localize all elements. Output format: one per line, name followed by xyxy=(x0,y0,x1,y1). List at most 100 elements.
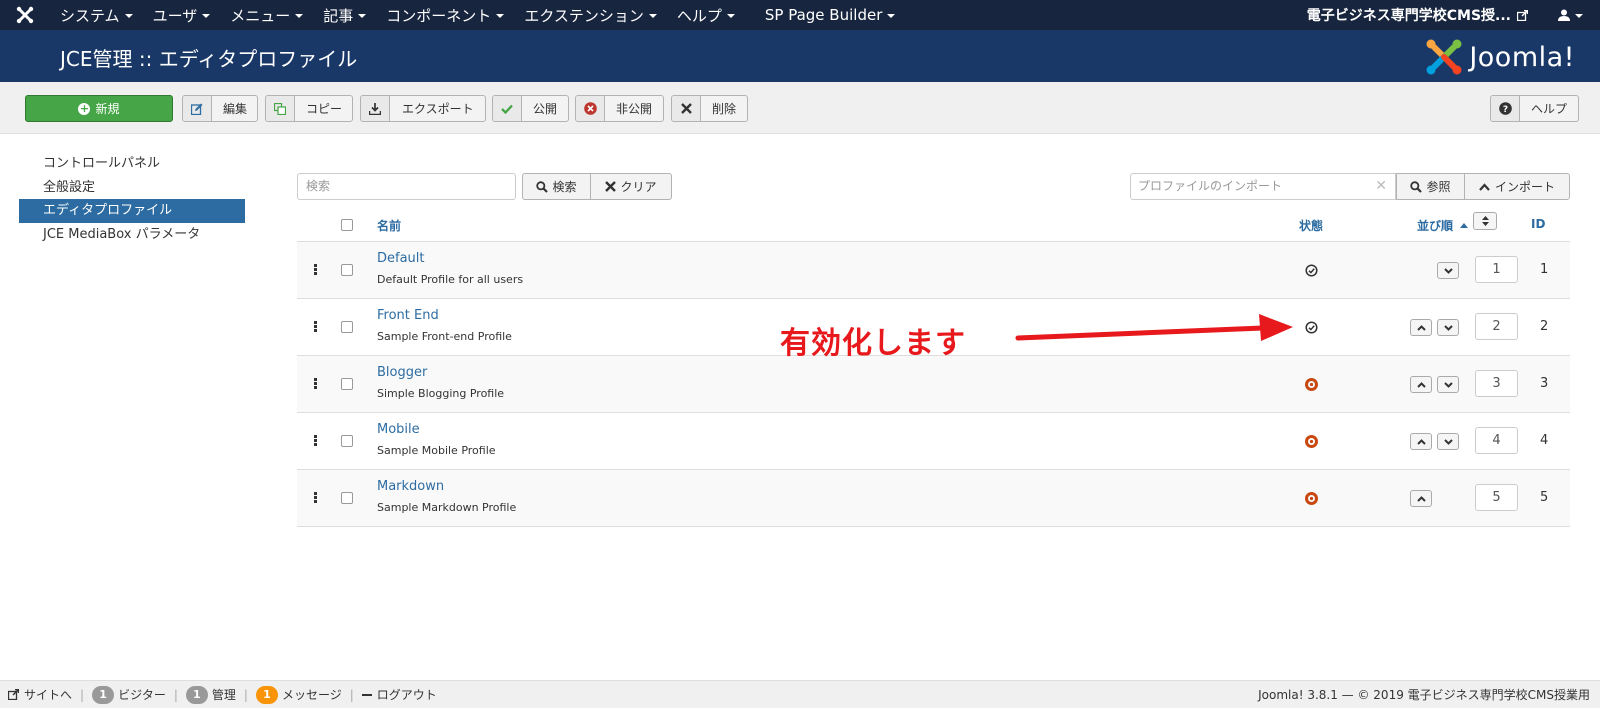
drag-handle-icon[interactable] xyxy=(314,492,317,504)
sidebar-item-mediabox[interactable]: JCE MediaBox パラメータ xyxy=(19,223,245,247)
column-id[interactable]: ID xyxy=(1531,217,1545,231)
column-status[interactable]: 状態 xyxy=(1299,217,1323,234)
menu-system[interactable]: システム xyxy=(50,0,143,30)
menu-users[interactable]: ユーザ xyxy=(143,0,221,30)
menu-menus[interactable]: メニュー xyxy=(220,0,313,30)
joomla-logo-icon[interactable] xyxy=(0,0,50,30)
profile-description: Sample Markdown Profile xyxy=(377,501,517,514)
published-icon[interactable] xyxy=(1305,321,1318,334)
row-checkbox[interactable] xyxy=(341,492,353,504)
move-up-button[interactable] xyxy=(1410,433,1432,450)
drag-handle-icon[interactable] xyxy=(314,435,317,447)
profile-name-link[interactable]: Mobile xyxy=(377,422,420,437)
help-button[interactable]: ? ヘルプ xyxy=(1490,95,1580,122)
move-up-button[interactable] xyxy=(1410,490,1432,507)
profile-name-link[interactable]: Markdown xyxy=(377,479,444,494)
move-down-button[interactable] xyxy=(1437,376,1459,393)
profile-name-link[interactable]: Default xyxy=(377,251,425,266)
unpublish-button[interactable]: 非公開 xyxy=(575,95,665,122)
sort-icon xyxy=(1481,216,1489,226)
publish-button[interactable]: 公開 xyxy=(492,95,570,122)
menu-components[interactable]: コンポーネント xyxy=(376,0,514,30)
svg-text:?: ? xyxy=(1502,105,1507,115)
drag-handle-icon[interactable] xyxy=(314,378,317,390)
move-up-button[interactable] xyxy=(1410,319,1432,336)
visitors-link[interactable]: 1 ビジター xyxy=(84,685,174,704)
move-down-button[interactable] xyxy=(1437,319,1459,336)
admins-badge: 1 xyxy=(185,685,208,704)
user-icon xyxy=(1557,9,1570,21)
caret-down-icon xyxy=(726,14,735,18)
row-checkbox[interactable] xyxy=(341,264,353,276)
unpublished-icon[interactable] xyxy=(1305,378,1318,391)
export-button[interactable]: エクスポート xyxy=(360,95,486,122)
minus-icon xyxy=(361,693,372,696)
top-navbar: システム ユーザ メニュー 記事 コンポーネント エクステンション ヘルプ SP… xyxy=(0,0,1600,30)
chevron-up-icon xyxy=(1416,381,1426,388)
table-row: Blogger Simple Blogging Profile 3 3 xyxy=(297,356,1570,413)
chevron-down-icon xyxy=(1443,267,1453,274)
messages-link[interactable]: 1 メッセージ xyxy=(248,685,350,704)
order-input[interactable]: 4 xyxy=(1475,427,1518,454)
menu-extensions[interactable]: エクステンション xyxy=(514,0,667,30)
help-icon: ? xyxy=(1491,96,1520,121)
profile-description: Sample Front-end Profile xyxy=(377,330,512,343)
move-up-button[interactable] xyxy=(1410,376,1432,393)
site-link[interactable]: 電子ビジネス専門学校CMS授... xyxy=(1295,5,1540,25)
edit-button[interactable]: 編集 xyxy=(182,95,259,122)
drag-handle-icon[interactable] xyxy=(314,264,317,276)
profile-name-link[interactable]: Front End xyxy=(377,308,439,323)
row-checkbox[interactable] xyxy=(341,378,353,390)
column-name[interactable]: 名前 xyxy=(377,217,401,234)
search-input[interactable]: 検索 xyxy=(297,173,516,200)
unpublished-icon[interactable] xyxy=(1305,492,1318,505)
order-input[interactable]: 1 xyxy=(1475,256,1518,283)
move-down-button[interactable] xyxy=(1437,433,1459,450)
admins-link[interactable]: 1 管理 xyxy=(178,685,244,704)
row-id: 3 xyxy=(1540,376,1549,391)
menu-content[interactable]: 記事 xyxy=(313,0,376,30)
chevron-up-icon xyxy=(1479,182,1490,191)
caret-down-icon xyxy=(887,14,896,18)
published-icon[interactable] xyxy=(1305,264,1318,277)
delete-button[interactable]: 削除 xyxy=(671,95,749,122)
sidebar-item-editor-profiles[interactable]: エディタプロファイル xyxy=(19,199,245,223)
copy-button[interactable]: コピー xyxy=(265,95,354,122)
page-title: JCE管理 :: エディタプロファイル xyxy=(60,47,358,71)
sidebar-item-global-config[interactable]: 全般設定 xyxy=(19,176,245,200)
browse-button[interactable]: 参照 xyxy=(1396,173,1465,200)
sidebar-item-control-panel[interactable]: コントロールパネル xyxy=(19,152,245,176)
messages-badge: 1 xyxy=(255,685,278,704)
search-button[interactable]: 検索 xyxy=(522,173,591,200)
chevron-up-icon xyxy=(1416,324,1426,331)
order-input[interactable]: 5 xyxy=(1475,484,1518,511)
profile-name-link[interactable]: Blogger xyxy=(377,365,427,380)
move-down-button[interactable] xyxy=(1437,262,1459,279)
caret-down-icon xyxy=(124,14,133,18)
column-ordering[interactable]: 並び順 xyxy=(1417,217,1469,234)
save-order-button[interactable] xyxy=(1473,212,1497,230)
order-input[interactable]: 2 xyxy=(1475,313,1518,340)
new-button[interactable]: + 新規 xyxy=(25,95,173,122)
menu-sp-page-builder[interactable]: SP Page Builder xyxy=(755,0,905,30)
plus-icon: + xyxy=(78,101,91,115)
chevron-down-icon xyxy=(1443,381,1453,388)
row-checkbox[interactable] xyxy=(341,321,353,333)
logout-link[interactable]: ログアウト xyxy=(354,686,445,703)
drag-handle-icon[interactable] xyxy=(314,321,317,333)
import-file-input[interactable]: プロファイルのインポート ✕ xyxy=(1130,173,1396,200)
import-button[interactable]: インポート xyxy=(1464,173,1570,200)
clear-button[interactable]: クリア xyxy=(590,173,672,200)
select-all-checkbox[interactable] xyxy=(341,219,353,231)
close-icon xyxy=(605,181,617,192)
user-menu[interactable] xyxy=(1540,9,1600,21)
view-site-link[interactable]: サイトへ xyxy=(0,686,80,703)
unpublished-icon[interactable] xyxy=(1305,435,1318,448)
delete-icon xyxy=(672,96,701,121)
order-input[interactable]: 3 xyxy=(1475,370,1518,397)
sidebar: コントロールパネル 全般設定 エディタプロファイル JCE MediaBox パ… xyxy=(19,152,245,246)
clear-icon[interactable]: ✕ xyxy=(1375,174,1387,199)
profiles-table: 名前 状態 並び順 ID Default Default Profile for … xyxy=(297,209,1570,527)
row-checkbox[interactable] xyxy=(341,435,353,447)
menu-help[interactable]: ヘルプ xyxy=(667,0,745,30)
